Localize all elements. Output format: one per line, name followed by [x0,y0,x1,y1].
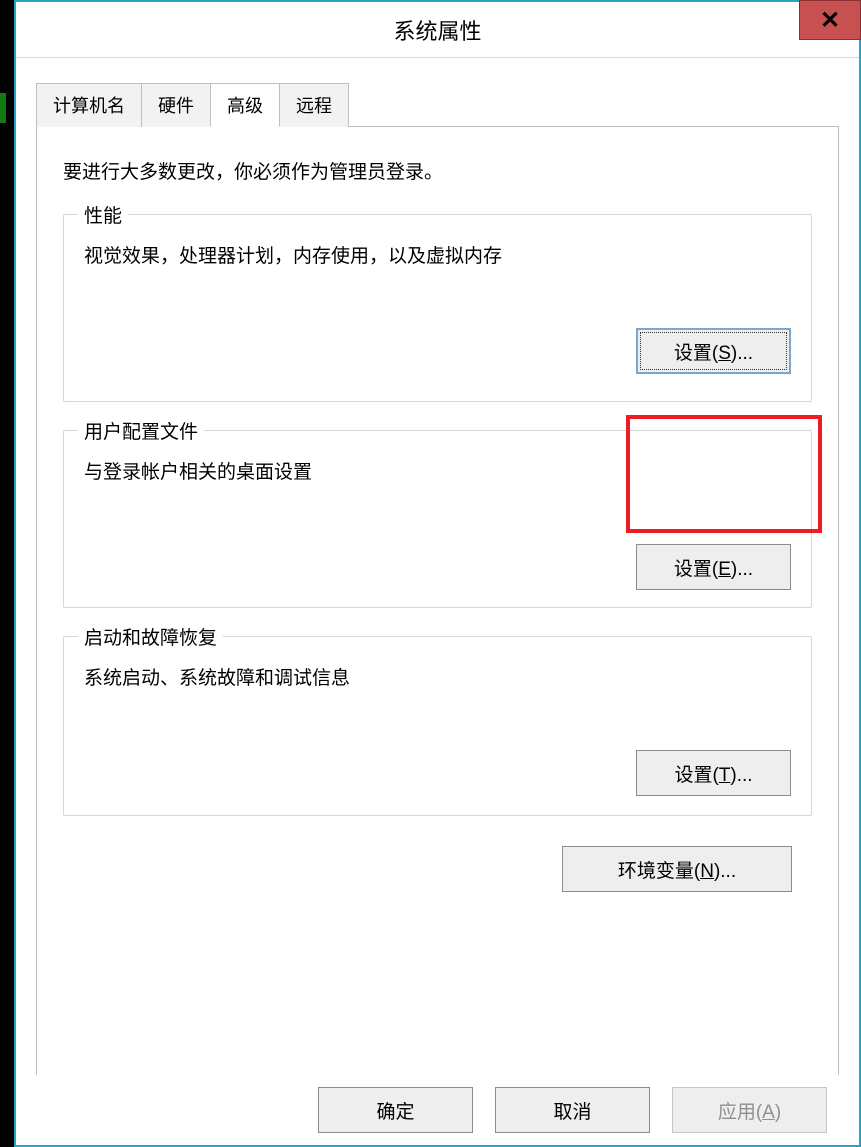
performance-settings-button[interactable]: 设置(S)... [636,328,791,374]
group-performance-desc: 视觉效果，处理器计划，内存使用，以及虚拟内存 [84,241,791,268]
group-user-profiles-title: 用户配置文件 [78,417,204,444]
group-performance: 性能 视觉效果，处理器计划，内存使用，以及虚拟内存 设置(S)... [63,214,812,402]
startup-recovery-settings-button[interactable]: 设置(T)... [636,750,791,796]
close-button[interactable]: ✕ [799,0,861,40]
dialog-footer: 确定 取消 应用(A) [16,1075,859,1145]
ok-button[interactable]: 确定 [318,1087,473,1133]
window-title: 系统属性 [16,14,859,46]
user-profiles-settings-button[interactable]: 设置(E)... [636,544,791,590]
environment-variables-button[interactable]: 环境变量(N)... [562,846,792,892]
system-properties-window: 系统属性 ✕ 计算机名 硬件 高级 远程 要进行大多数更改，你必须作为管理员登录… [14,0,861,1147]
tab-panel-advanced: 要进行大多数更改，你必须作为管理员登录。 性能 视觉效果，处理器计划，内存使用，… [36,126,839,1086]
group-startup-recovery-desc: 系统启动、系统故障和调试信息 [84,663,791,690]
titlebar: 系统属性 ✕ [16,2,859,58]
tab-remote[interactable]: 远程 [279,83,349,127]
tab-computer-name[interactable]: 计算机名 [36,83,142,127]
group-performance-title: 性能 [78,201,128,228]
group-user-profiles-desc: 与登录帐户相关的桌面设置 [84,457,791,484]
tab-hardware[interactable]: 硬件 [141,83,211,127]
group-startup-recovery: 启动和故障恢复 系统启动、系统故障和调试信息 设置(T)... [63,636,812,816]
tab-bar: 计算机名 硬件 高级 远程 [36,83,839,127]
group-startup-recovery-title: 启动和故障恢复 [78,623,223,650]
cancel-button[interactable]: 取消 [495,1087,650,1133]
env-row: 环境变量(N)... [63,846,812,892]
intro-text: 要进行大多数更改，你必须作为管理员登录。 [63,157,812,184]
content-area: 计算机名 硬件 高级 远程 要进行大多数更改，你必须作为管理员登录。 性能 视觉… [16,58,859,1075]
left-edge-decoration [0,0,14,1147]
tab-advanced[interactable]: 高级 [210,83,280,127]
apply-button[interactable]: 应用(A) [672,1087,827,1133]
close-icon: ✕ [820,6,840,35]
group-user-profiles: 用户配置文件 与登录帐户相关的桌面设置 设置(E)... [63,430,812,608]
